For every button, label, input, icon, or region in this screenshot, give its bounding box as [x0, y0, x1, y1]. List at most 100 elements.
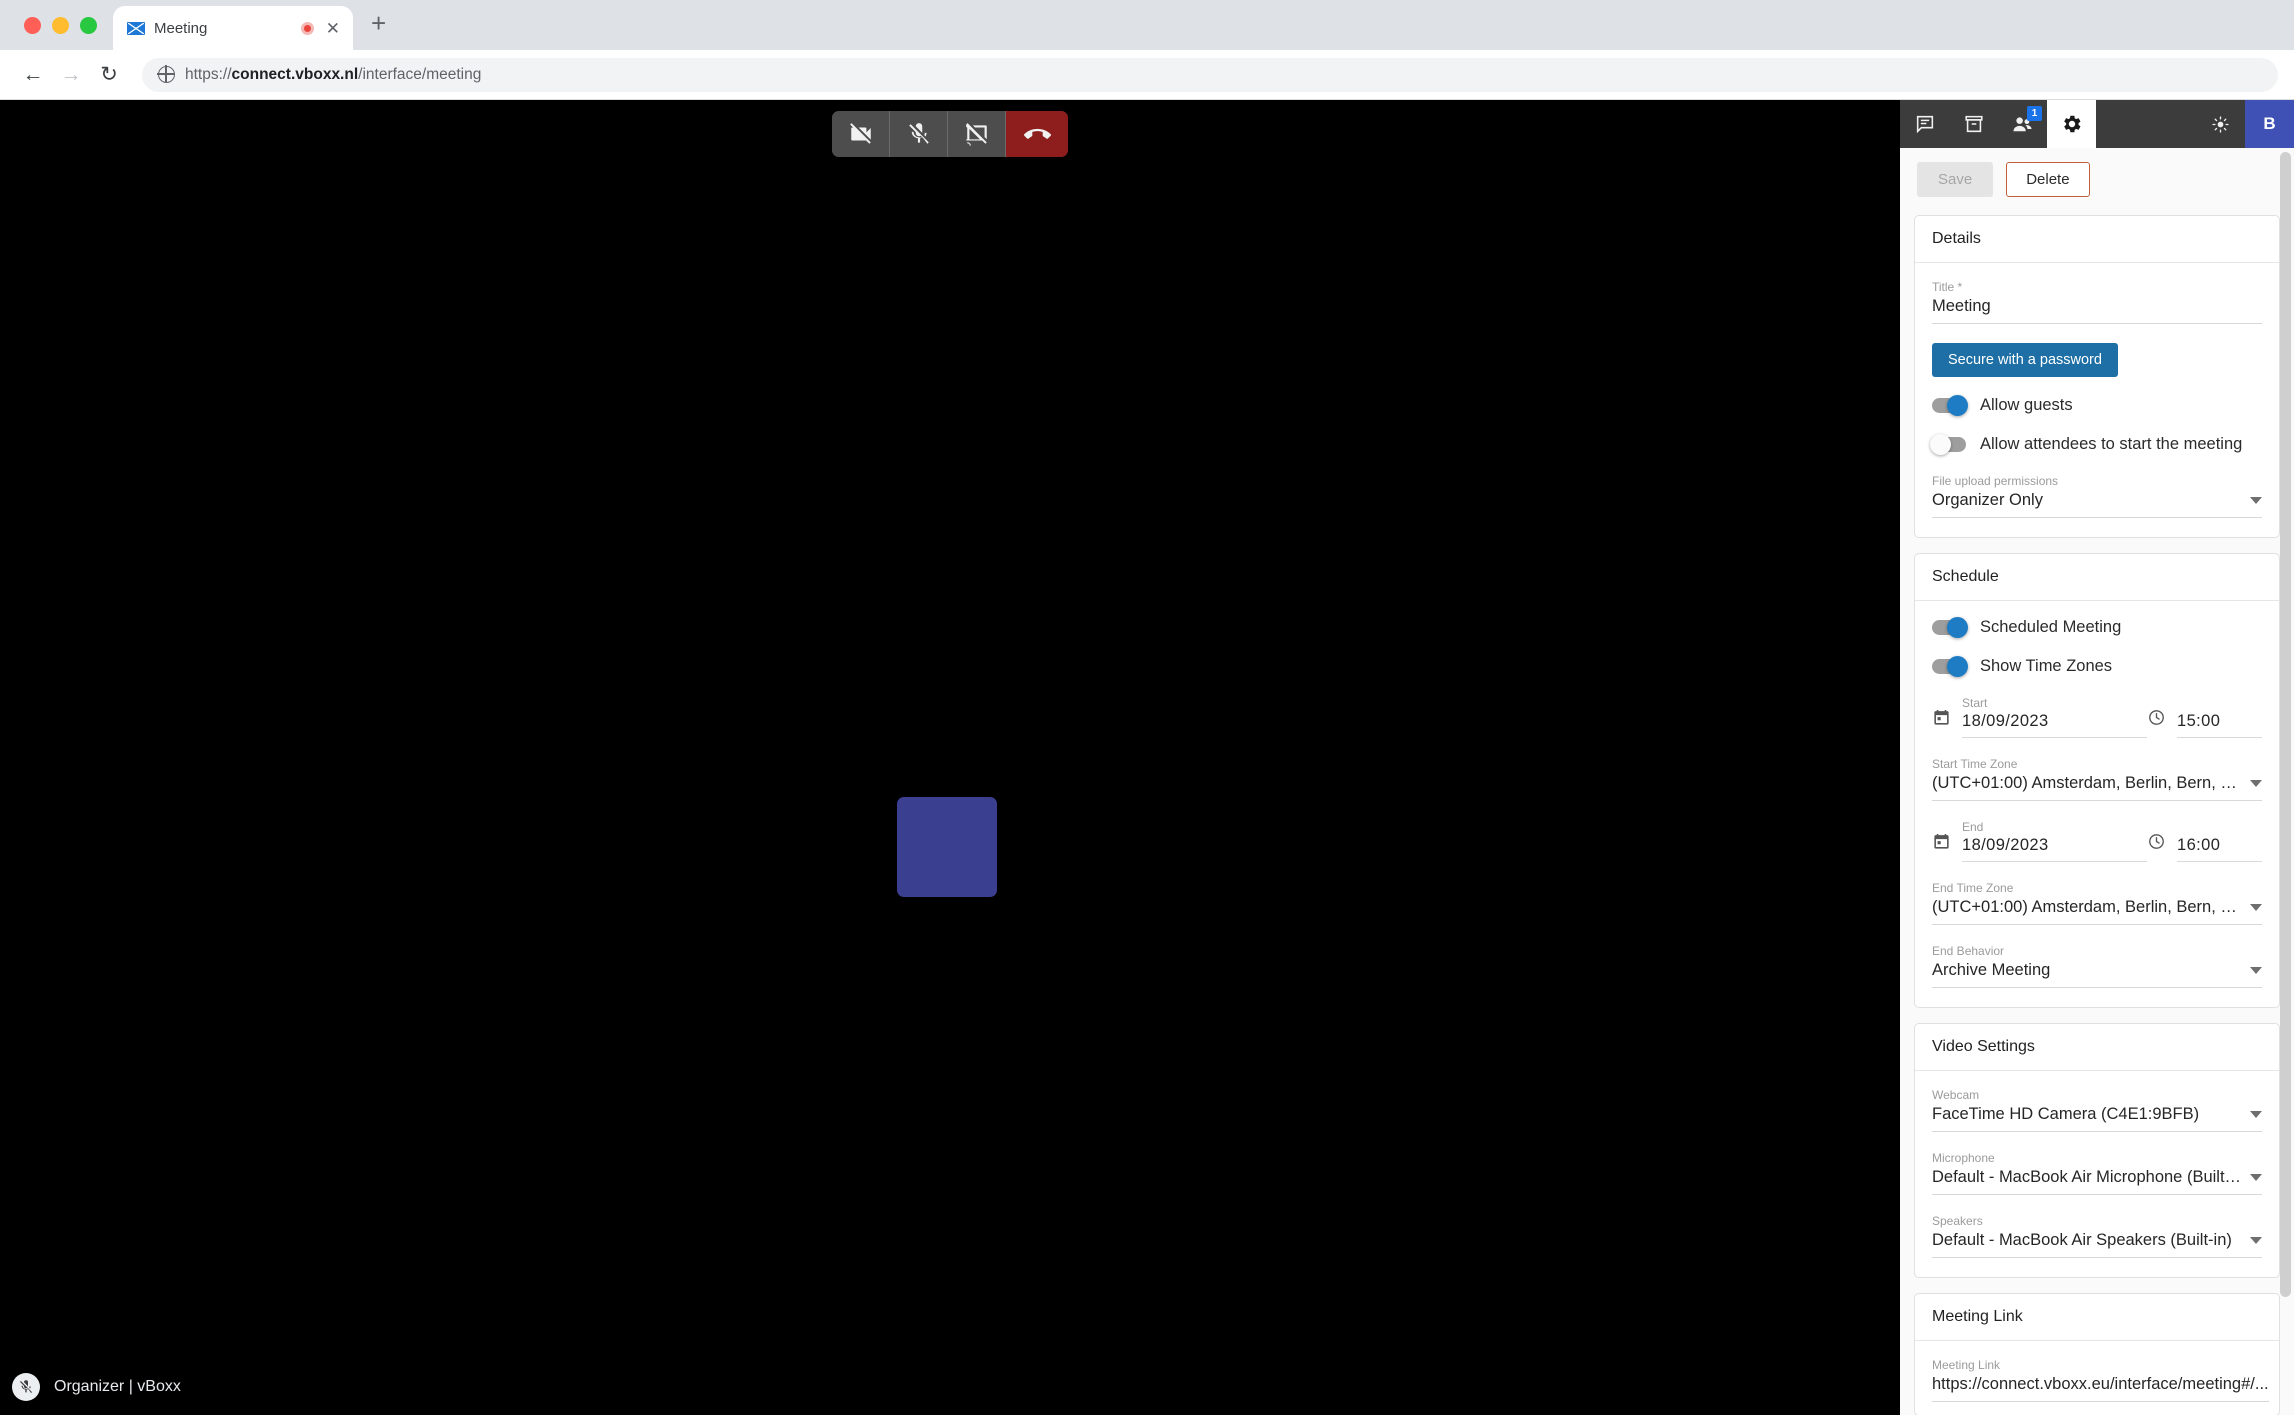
allow-guests-toggle[interactable]	[1932, 395, 1968, 416]
secure-with-password-button[interactable]: Secure with a password	[1932, 343, 2118, 377]
end-date-field[interactable]: End 18/09/2023	[1962, 820, 2147, 862]
video-settings-body: Webcam FaceTime HD Camera (C4E1:9BFB) Mi…	[1915, 1071, 2279, 1277]
save-button[interactable]: Save	[1917, 162, 1994, 197]
hangup-button[interactable]	[1006, 111, 1068, 157]
title-input[interactable]: Meeting	[1932, 297, 2262, 324]
user-avatar[interactable]: B	[2245, 100, 2294, 148]
chevron-down-icon	[2250, 904, 2262, 911]
browser-toolbar: ← → ↻ https://connect.vboxx.nl/interface…	[0, 50, 2294, 100]
theme-brightness-button[interactable]	[2196, 100, 2245, 148]
speakers-field[interactable]: Speakers Default - MacBook Air Speakers …	[1932, 1214, 2262, 1258]
show-time-zones-row[interactable]: Show Time Zones	[1932, 656, 2262, 677]
title-field[interactable]: Title * Meeting	[1932, 280, 2262, 324]
speakers-select[interactable]: Default - MacBook Air Speakers (Built-in…	[1932, 1231, 2262, 1258]
allow-guests-label: Allow guests	[1980, 396, 2073, 414]
end-time-group[interactable]: 16:00	[2147, 832, 2262, 862]
new-tab-button[interactable]: +	[353, 10, 404, 50]
schedule-card: Schedule Scheduled Meeting Show Time Zon…	[1914, 553, 2280, 1008]
webcam-field[interactable]: Webcam FaceTime HD Camera (C4E1:9BFB)	[1932, 1088, 2262, 1132]
participant-video-tile[interactable]	[897, 797, 997, 897]
tab-participants[interactable]: 1	[1998, 100, 2047, 148]
start-date-group[interactable]: Start 18/09/2023	[1932, 696, 2147, 738]
show-time-zones-label: Show Time Zones	[1980, 657, 2113, 675]
start-datetime-row: Start 18/09/2023 15:00	[1932, 696, 2262, 738]
scheduled-meeting-toggle[interactable]	[1932, 617, 1968, 638]
microphone-select[interactable]: Default - MacBook Air Microphone (Built-…	[1932, 1168, 2262, 1195]
calendar-icon[interactable]	[1932, 832, 1951, 862]
end-behavior-label: End Behavior	[1932, 944, 2005, 958]
file-upload-select[interactable]: Organizer Only	[1932, 491, 2262, 518]
start-date-value: 18/09/2023	[1962, 712, 2147, 738]
end-date-value: 18/09/2023	[1962, 836, 2147, 862]
chevron-down-icon	[2250, 1174, 2262, 1181]
archive-icon	[1964, 115, 1983, 133]
chevron-down-icon	[2250, 1111, 2262, 1118]
end-date-group[interactable]: End 18/09/2023	[1932, 820, 2147, 862]
address-bar[interactable]: https://connect.vboxx.nl/interface/meeti…	[142, 57, 2278, 92]
meeting-link-field[interactable]: Meeting Link https://connect.vboxx.eu/in…	[1932, 1358, 2269, 1402]
tab-settings[interactable]	[2047, 100, 2096, 148]
microphone-label: Microphone	[1932, 1151, 1995, 1165]
file-upload-value: Organizer Only	[1932, 491, 2043, 509]
meeting-link-label: Meeting Link	[1932, 1358, 2001, 1372]
clock-icon[interactable]	[2147, 832, 2166, 862]
allow-guests-row[interactable]: Allow guests	[1932, 395, 2262, 416]
microphone-field[interactable]: Microphone Default - MacBook Air Microph…	[1932, 1151, 2262, 1195]
tab-title: Meeting	[154, 19, 208, 37]
calendar-icon[interactable]	[1932, 708, 1951, 738]
toggle-knob	[1947, 656, 1968, 677]
mail-envelope-icon	[127, 21, 145, 35]
start-timezone-label: Start Time Zone	[1932, 757, 2018, 771]
meeting-link-row: Meeting Link https://connect.vboxx.eu/in…	[1932, 1358, 2269, 1402]
show-time-zones-toggle[interactable]	[1932, 656, 1968, 677]
forward-button[interactable]: →	[54, 58, 88, 92]
close-tab-button[interactable]: ✕	[323, 20, 343, 37]
end-datetime-row: End 18/09/2023 16:00	[1932, 820, 2262, 862]
reload-button[interactable]: ↻	[92, 58, 126, 92]
webcam-select[interactable]: FaceTime HD Camera (C4E1:9BFB)	[1932, 1105, 2262, 1132]
start-timezone-field[interactable]: Start Time Zone (UTC+01:00) Amsterdam, B…	[1932, 757, 2262, 801]
end-timezone-field[interactable]: End Time Zone (UTC+01:00) Amsterdam, Ber…	[1932, 881, 2262, 925]
end-behavior-field[interactable]: End Behavior Archive Meeting	[1932, 944, 2262, 988]
start-time-group[interactable]: 15:00	[2147, 708, 2262, 738]
details-body: Title * Meeting Secure with a password A…	[1915, 263, 2279, 537]
end-timezone-select[interactable]: (UTC+01:00) Amsterdam, Berlin, Bern, Rom…	[1932, 898, 2262, 925]
chat-icon	[1916, 115, 1933, 134]
self-status: Organizer | vBoxx	[12, 1373, 181, 1401]
scheduled-meeting-row[interactable]: Scheduled Meeting	[1932, 617, 2262, 638]
panel-scrollbar[interactable]	[2280, 152, 2291, 1392]
microphone-off-button[interactable]	[890, 111, 948, 157]
file-upload-permissions-field[interactable]: File upload permissions Organizer Only	[1932, 474, 2262, 518]
minimize-window-button[interactable]	[52, 17, 69, 34]
file-upload-label: File upload permissions	[1932, 474, 2059, 488]
start-timezone-select[interactable]: (UTC+01:00) Amsterdam, Berlin, Bern, Rom…	[1932, 774, 2262, 801]
tab-chat[interactable]	[1900, 100, 1949, 148]
video-stage: Organizer | vBoxx	[0, 100, 1900, 1415]
delete-button[interactable]: Delete	[2006, 162, 2090, 197]
recording-dot-icon	[300, 21, 314, 35]
end-behavior-select[interactable]: Archive Meeting	[1932, 961, 2262, 988]
screenshare-off-button[interactable]	[948, 111, 1006, 157]
allow-attendees-row[interactable]: Allow attendees to start the meeting	[1930, 434, 2262, 455]
meeting-link-input[interactable]: https://connect.vboxx.eu/interface/meeti…	[1932, 1375, 2269, 1402]
details-card: Details Title * Meeting Secure with a pa…	[1914, 215, 2280, 538]
scrollbar-thumb[interactable]	[2280, 152, 2291, 1297]
clock-icon[interactable]	[2147, 708, 2166, 738]
allow-attendees-toggle[interactable]	[1930, 434, 1966, 455]
browser-tab[interactable]: Meeting ✕	[113, 6, 353, 50]
end-time-field[interactable]: 16:00	[2177, 836, 2262, 862]
app-root: Organizer | vBoxx 1 B Save Delete Detail…	[0, 100, 2294, 1415]
settings-scroll-area: Save Delete Details Title * Meeting Secu…	[1900, 148, 2294, 1415]
maximize-window-button[interactable]	[80, 17, 97, 34]
start-time-field[interactable]: 15:00	[2177, 712, 2262, 738]
meeting-link-card: Meeting Link Meeting Link https://connec…	[1914, 1293, 2280, 1415]
back-button[interactable]: ←	[16, 58, 50, 92]
chevron-down-icon	[2250, 1237, 2262, 1244]
start-date-field[interactable]: Start 18/09/2023	[1962, 696, 2147, 738]
meeting-link-heading: Meeting Link	[1915, 1294, 2279, 1341]
end-timezone-value: (UTC+01:00) Amsterdam, Berlin, Bern, Rom…	[1932, 898, 2242, 916]
tab-archive[interactable]	[1949, 100, 1998, 148]
camera-off-button[interactable]	[832, 111, 890, 157]
schedule-body: Scheduled Meeting Show Time Zones Start …	[1915, 601, 2279, 1007]
close-window-button[interactable]	[24, 17, 41, 34]
